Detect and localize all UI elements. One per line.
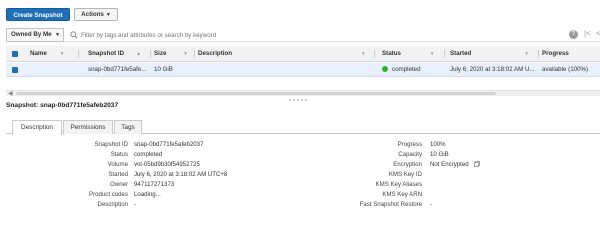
label-product-codes: Product codes	[89, 191, 128, 198]
chevron-down-icon: ▼	[105, 12, 111, 18]
table-row[interactable]: snap-0bd771fe5afe... 10 GiB completed Ju…	[6, 63, 600, 77]
label-snapshot-id: Snapshot ID	[94, 141, 128, 148]
cell-progress: available (100%)	[542, 66, 589, 73]
table-header: Name ▾ Snapshot ID ▲ Size ▾ Description ▾ St…	[6, 46, 600, 62]
value-status: completed	[134, 151, 163, 158]
detail-left-column: Snapshot ID snap-0bd771fe5afeb2037 Statu…	[6, 141, 306, 221]
cell-snapshot-id: snap-0bd771fe5afe...	[88, 66, 147, 73]
label-capacity: Capacity	[398, 151, 422, 158]
owner-filter-dropdown[interactable]: Owned By Me ▼	[6, 28, 64, 42]
value-progress: 100%	[430, 141, 446, 148]
value-description: -	[134, 201, 137, 208]
status-text: completed	[392, 66, 421, 73]
label-description: Description	[97, 201, 128, 208]
volume-link[interactable]: vol-05bd9b30f54952725	[134, 161, 200, 168]
tab-description[interactable]: Description	[12, 120, 62, 135]
chevron-down-icon: ▼	[55, 32, 60, 38]
column-divider[interactable]	[444, 50, 445, 58]
status-ok-icon	[382, 66, 388, 72]
value-encryption: Not Encrypted	[430, 161, 481, 168]
tab-permissions[interactable]: Permissions	[63, 120, 113, 134]
column-header-name[interactable]: Name ▾	[30, 46, 63, 62]
column-header-name-label: Name	[30, 50, 47, 57]
label-started: Started	[108, 171, 128, 178]
value-product-codes: Loading...	[134, 191, 161, 198]
first-page-icon[interactable]: |<	[584, 29, 591, 38]
value-started: July 6, 2020 at 3:18:02 AM UTC+8	[134, 171, 228, 178]
label-progress: Progress	[397, 141, 422, 148]
label-kms-key-id: KMS Key ID	[388, 171, 422, 178]
cell-size: 10 GiB	[154, 66, 173, 73]
sort-icon: ▾	[430, 51, 434, 57]
column-header-started[interactable]: Started ▾	[450, 46, 528, 62]
label-kms-key-aliases: KMS Key Aliases	[375, 181, 422, 188]
row-checkbox[interactable]	[12, 67, 18, 73]
tab-tags[interactable]: Tags	[114, 120, 142, 134]
column-divider[interactable]	[374, 50, 375, 58]
label-owner: Owner	[110, 181, 128, 188]
search-icon	[70, 31, 78, 39]
column-header-started-label: Started	[450, 50, 472, 57]
label-encryption: Encryption	[393, 161, 422, 168]
actions-button[interactable]: Actions ▼	[74, 8, 118, 21]
column-header-status-label: Status	[382, 50, 401, 57]
filter-bar: Owned By Me ▼ ? |< <	[6, 28, 600, 42]
detail-title: Snapshot: snap-0bd771fe5afeb2037	[6, 102, 119, 109]
value-snapshot-id: snap-0bd771fe5afeb2037	[134, 141, 204, 148]
column-header-status[interactable]: Status ▾	[382, 46, 433, 62]
scroll-left-icon[interactable]: ◀	[8, 90, 13, 97]
column-header-progress[interactable]: Progress	[542, 46, 569, 62]
column-divider[interactable]	[150, 50, 151, 58]
column-header-snapshot-id-label: Snapshot ID	[88, 50, 125, 57]
value-capacity: 10 GiB	[430, 151, 449, 158]
owner-filter-label: Owned By Me	[11, 31, 52, 38]
sort-icon: ▾	[60, 51, 64, 57]
copy-icon[interactable]	[474, 161, 481, 167]
label-status: Status	[110, 151, 128, 158]
create-snapshot-button[interactable]: Create Snapshot	[6, 8, 70, 21]
column-divider[interactable]	[78, 50, 79, 58]
value-owner: 947117271373	[134, 181, 175, 188]
column-header-description[interactable]: Description ▾	[198, 46, 365, 62]
sort-icon: ▾	[184, 51, 187, 57]
cell-status: completed	[382, 63, 421, 77]
detail-right-column: Progress 100% Capacity 10 GiB Encryption…	[300, 141, 600, 221]
column-divider[interactable]	[538, 50, 539, 58]
previous-page-icon[interactable]: <	[596, 29, 600, 38]
pane-resize-handle[interactable]	[288, 96, 312, 101]
select-all-checkbox[interactable]	[12, 51, 18, 57]
scrollbar-thumb[interactable]	[16, 92, 496, 95]
cell-started: July 6, 2020 at 3:18:02 AM U...	[450, 66, 535, 73]
toolbar: Create Snapshot Actions ▼	[0, 0, 600, 30]
encryption-text: Not Encrypted	[430, 161, 469, 168]
help-icon[interactable]: ?	[569, 30, 578, 39]
actions-label: Actions	[81, 11, 104, 18]
sort-icon: ▾	[362, 51, 365, 57]
label-fast-snapshot-restore: Fast Snapshot Restore	[359, 201, 422, 208]
column-divider[interactable]	[194, 50, 195, 58]
label-kms-key-arn: KMS Key ARN	[382, 191, 422, 198]
column-header-description-label: Description	[198, 50, 233, 57]
column-header-size[interactable]: Size ▾	[154, 46, 187, 62]
column-header-size-label: Size	[154, 50, 167, 57]
column-header-snapshot-id[interactable]: Snapshot ID ▲	[88, 46, 141, 62]
value-fast-snapshot-restore: -	[430, 201, 433, 208]
label-volume: Volume	[107, 161, 128, 168]
detail-tabs: Description Permissions Tags	[6, 119, 600, 135]
sort-icon: ▾	[525, 51, 528, 57]
search-input[interactable]	[81, 29, 501, 41]
sort-ascending-icon: ▲	[136, 51, 142, 57]
